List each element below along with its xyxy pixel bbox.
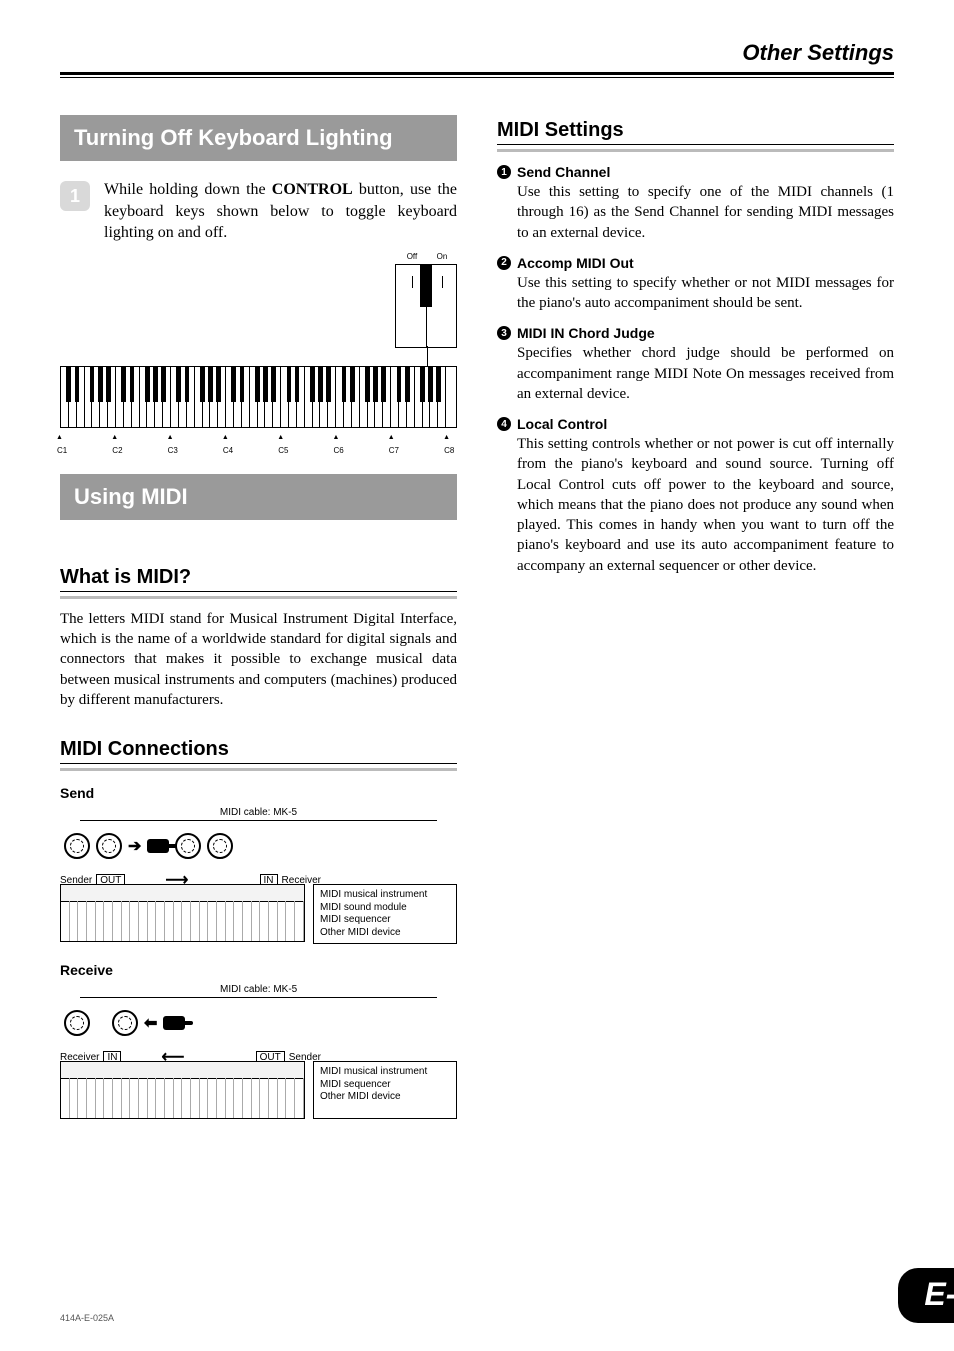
midi-jack-icon xyxy=(175,833,201,859)
midi-jack-icon xyxy=(207,833,233,859)
midi-jack-icon xyxy=(64,833,90,859)
midi-title-1: Send Channel xyxy=(517,164,610,180)
keyboard-lighting-figure: Off On xyxy=(60,264,457,444)
heading-midi-connections: MIDI Connections xyxy=(60,738,457,771)
h-midi-connections: MIDI Connections xyxy=(60,738,457,764)
midi-jack-icon xyxy=(96,833,122,859)
oct-c8: C8 xyxy=(444,446,454,455)
cable-label-recv: MIDI cable: MK-5 xyxy=(60,984,457,995)
cable-label-send: MIDI cable: MK-5 xyxy=(60,807,457,818)
banner-using-midi: Using MIDI xyxy=(60,474,457,520)
left-column: Turning Off Keyboard Lighting 1 While ho… xyxy=(60,115,457,1137)
sub-heading-receive: Receive xyxy=(60,962,457,978)
midi-setting-local-control: 4 Local Control This setting controls wh… xyxy=(497,416,894,576)
midi-setting-chord-judge: 3 MIDI IN Chord Judge Specifies whether … xyxy=(497,325,894,404)
midi-jack-icon xyxy=(112,1010,138,1036)
recv-box-line3: Other MIDI device xyxy=(320,1091,450,1104)
footer-code: 414A-E-025A xyxy=(60,1313,114,1323)
send-box-line3: MIDI sequencer xyxy=(320,914,450,927)
step-number-icon: 1 xyxy=(60,181,90,211)
heading-what-is-midi: What is MIDI? xyxy=(60,566,457,599)
midi-body-1: Use this setting to specify one of the M… xyxy=(517,182,894,243)
recv-box-line2: MIDI sequencer xyxy=(320,1079,450,1092)
step1-pre: While holding down the xyxy=(104,181,272,198)
arrow-left-icon: ⬅ xyxy=(144,1013,157,1033)
sub-heading-send: Send xyxy=(60,785,457,801)
send-box-line4: Other MIDI device xyxy=(320,927,450,940)
oct-c6: C6 xyxy=(333,446,343,455)
mini-keyboard-send xyxy=(60,884,305,942)
midi-setting-accomp-out: 2 Accomp MIDI Out Use this setting to sp… xyxy=(497,255,894,314)
banner-keyboard-lighting: Turning Off Keyboard Lighting xyxy=(60,115,457,161)
arrow-right-icon: ➔ xyxy=(128,836,141,856)
heading-midi-settings: MIDI Settings xyxy=(497,119,894,152)
circled-4-icon: 4 xyxy=(497,417,511,431)
send-device-box: MIDI musical instrument MIDI sound modul… xyxy=(313,884,457,944)
h-midi-settings: MIDI Settings xyxy=(497,119,894,145)
midi-plug-icon xyxy=(147,839,169,853)
page-number: E-23 xyxy=(898,1268,954,1323)
send-box-line1: MIDI musical instrument xyxy=(320,889,450,902)
right-column: MIDI Settings 1 Send Channel Use this se… xyxy=(497,115,894,1137)
midi-body-2: Use this setting to specify whether or n… xyxy=(517,273,894,314)
zoom-on-label: On xyxy=(437,252,448,261)
h-what-is-midi: What is MIDI? xyxy=(60,566,457,592)
midi-title-3: MIDI IN Chord Judge xyxy=(517,325,655,341)
midi-body-4: This setting controls whether or not pow… xyxy=(517,434,894,576)
header-title: Other Settings xyxy=(742,40,894,65)
circled-2-icon: 2 xyxy=(497,256,511,270)
oct-c5: C5 xyxy=(278,446,288,455)
step-1-text: While holding down the CONTROL button, u… xyxy=(104,179,457,244)
zoom-off-label: Off xyxy=(407,252,418,261)
recv-device-box: MIDI musical instrument MIDI sequencer O… xyxy=(313,1061,457,1119)
page-header: Other Settings xyxy=(60,40,894,75)
full-keyboard xyxy=(60,366,457,428)
recv-box-line1: MIDI musical instrument xyxy=(320,1066,450,1079)
mini-keyboard-recv xyxy=(60,1061,305,1119)
control-label: CONTROL xyxy=(272,181,353,198)
p-what-is-midi: The letters MIDI stand for Musical Instr… xyxy=(60,609,457,710)
midi-body-3: Specifies whether chord judge should be … xyxy=(517,343,894,404)
circled-1-icon: 1 xyxy=(497,165,511,179)
step-1: 1 While holding down the CONTROL button,… xyxy=(60,179,457,244)
midi-title-2: Accomp MIDI Out xyxy=(517,255,634,271)
send-box-line2: MIDI sound module xyxy=(320,902,450,915)
oct-c7: C7 xyxy=(389,446,399,455)
receive-diagram: MIDI cable: MK-5 ⬅ Receiver IN ⟵ xyxy=(60,984,457,1119)
oct-c2: C2 xyxy=(112,446,122,455)
oct-c3: C3 xyxy=(168,446,178,455)
send-diagram: MIDI cable: MK-5 ➔ Sender OUT xyxy=(60,807,457,944)
midi-title-4: Local Control xyxy=(517,416,607,432)
oct-c1: C1 xyxy=(57,446,67,455)
midi-jack-icon xyxy=(64,1010,90,1036)
midi-plug-icon xyxy=(163,1016,185,1030)
midi-setting-send-channel: 1 Send Channel Use this setting to speci… xyxy=(497,164,894,243)
zoom-keys xyxy=(395,264,457,348)
circled-3-icon: 3 xyxy=(497,326,511,340)
oct-c4: C4 xyxy=(223,446,233,455)
